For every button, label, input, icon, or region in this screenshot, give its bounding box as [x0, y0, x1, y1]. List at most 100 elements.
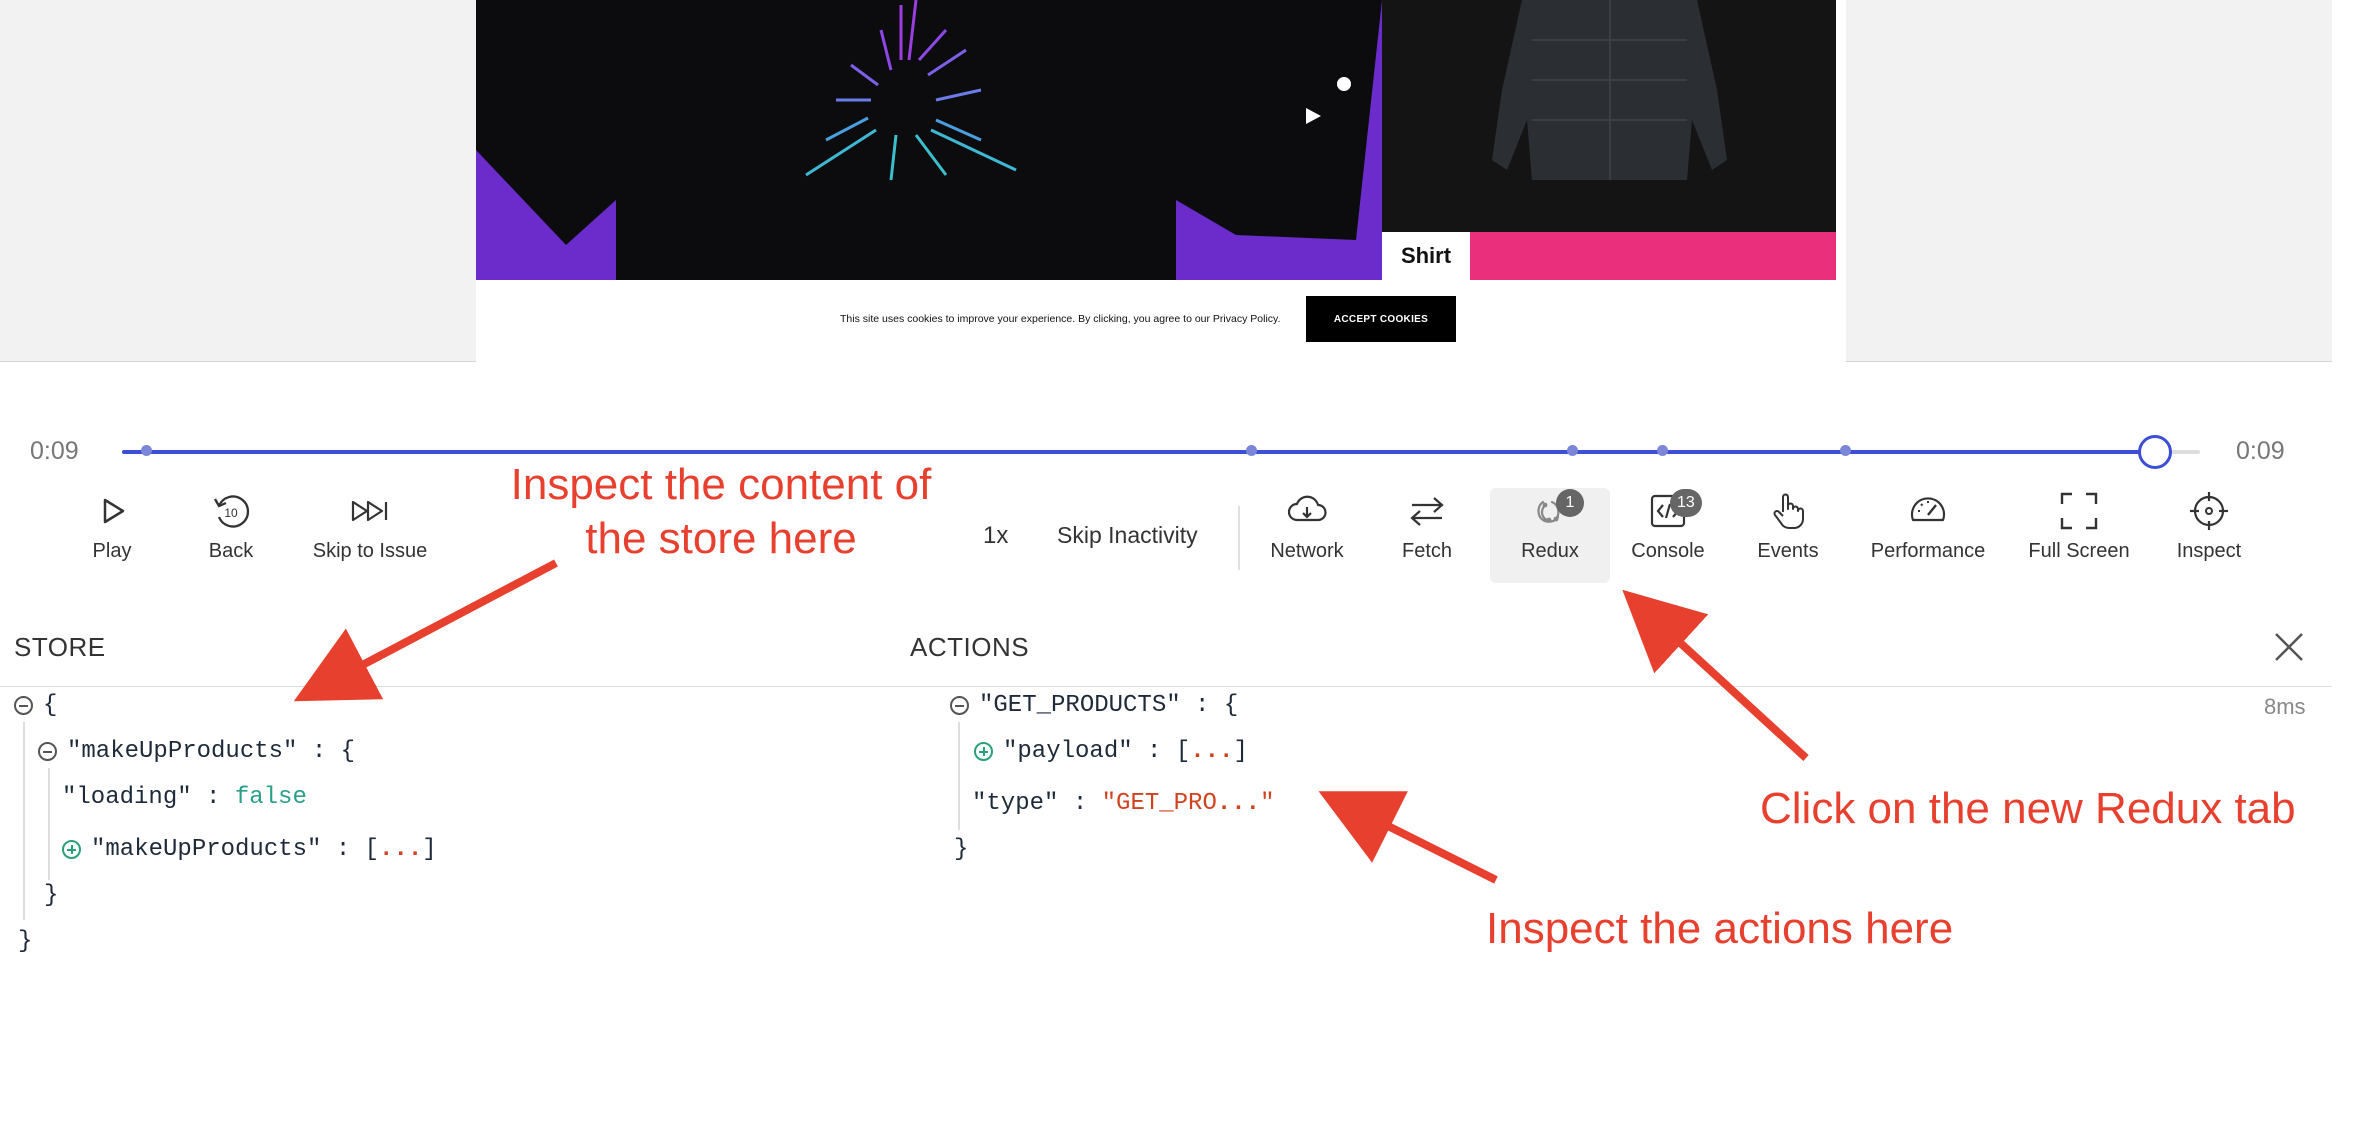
fetch-tab[interactable]: Fetch	[1392, 490, 1462, 563]
colon: :	[191, 784, 235, 811]
performance-tab[interactable]: Performance	[1868, 490, 1988, 563]
timeline-scrubber-handle[interactable]	[2138, 435, 2172, 469]
annotation-actions: Inspect the actions here	[1486, 904, 1954, 953]
play-icon	[103, 498, 125, 524]
close-bracket: ]	[1233, 738, 1248, 765]
inspect-label: Inspect	[2176, 540, 2242, 562]
tree-guide	[48, 768, 50, 880]
skip-inactivity-toggle[interactable]: Skip Inactivity	[1057, 522, 1198, 549]
loading-value: false	[234, 784, 307, 811]
full-screen-tab[interactable]: Full Screen	[2024, 490, 2134, 563]
store-key: "makeUpProducts"	[67, 738, 298, 765]
fullscreen-icon	[2060, 492, 2098, 530]
collapse-icon[interactable]	[950, 696, 969, 715]
action-row[interactable]: "GET_PRODUCTS" : {	[950, 692, 1238, 719]
panel-divider	[0, 686, 2332, 687]
colon-bracket: : [	[1132, 738, 1191, 765]
gauge-icon	[1910, 497, 1946, 522]
inspect-tab[interactable]: Inspect	[2164, 490, 2254, 563]
action-name: "GET_PRODUCTS"	[979, 692, 1181, 719]
collapsed-ellipsis[interactable]: ...	[379, 836, 422, 863]
store-key: "makeUpProducts"	[91, 836, 322, 863]
current-time: 0:09	[30, 437, 79, 465]
arrow-to-actions	[1318, 791, 1498, 884]
timeline-marker[interactable]	[1840, 445, 1851, 456]
skip-to-issue-button[interactable]: Skip to Issue	[310, 490, 430, 563]
redux-count-badge: 1	[1556, 489, 1584, 517]
store-inner-array-row: "makeUpProducts" : [ ... ]	[62, 836, 437, 863]
toolbar-divider	[1238, 506, 1240, 570]
play-label: Play	[92, 540, 132, 562]
playback-speed-button[interactable]: 1x	[983, 522, 1008, 550]
action-timing: 8ms	[2264, 694, 2306, 719]
timeline-progress	[122, 450, 2159, 454]
collapsed-ellipsis[interactable]: ...	[1190, 738, 1233, 765]
console-label: Console	[1631, 540, 1705, 562]
action-type-row: "type" : "GET_PRO ... "	[972, 790, 1274, 817]
back-label: Back	[208, 540, 254, 562]
close-icon[interactable]	[2272, 630, 2306, 664]
timeline-marker[interactable]	[1246, 445, 1257, 456]
arrows-exchange-icon	[1410, 497, 1444, 526]
action-key: "type"	[972, 790, 1059, 817]
console-count-badge: 13	[1670, 489, 1702, 517]
store-makeupproducts-row: "makeUpProducts" : {	[38, 738, 355, 765]
skip-to-issue-label: Skip to Issue	[312, 540, 428, 562]
action-close-row: }	[954, 836, 968, 863]
arrow-to-store	[293, 559, 558, 702]
total-time: 0:09	[2236, 437, 2285, 465]
timeline-marker[interactable]	[1657, 445, 1668, 456]
network-tab[interactable]: Network	[1262, 490, 1352, 563]
fetch-label: Fetch	[1401, 540, 1453, 562]
redux-label: Redux	[1521, 540, 1579, 562]
store-key: "loading"	[62, 784, 192, 811]
brace-close: }	[18, 928, 33, 955]
timeline-track[interactable]	[122, 450, 2200, 454]
brace-open: {	[43, 692, 58, 719]
type-value: "GET_PRO	[1101, 790, 1217, 817]
performance-label: Performance	[1870, 540, 1986, 562]
jacket-image	[1492, 0, 1727, 180]
store-root-row: {	[14, 692, 57, 719]
collapse-icon[interactable]	[38, 742, 57, 761]
truncated-ellipsis[interactable]: ...	[1217, 790, 1260, 817]
cloud-download-icon	[1287, 495, 1327, 522]
collapse-icon[interactable]	[14, 696, 33, 715]
store-loading-row: "loading" : false	[62, 784, 307, 811]
close-bracket: ]	[422, 836, 437, 863]
annotation-store: Inspect the content of the store here	[506, 458, 936, 566]
back-button[interactable]: 10 Back	[201, 490, 261, 563]
network-label: Network	[1270, 540, 1344, 562]
pointer-hand-icon	[1773, 493, 1804, 529]
expand-icon[interactable]	[974, 742, 993, 761]
timeline-marker[interactable]	[141, 445, 152, 456]
jacket-product-image	[1382, 0, 1836, 232]
colon-brace: : {	[1180, 692, 1239, 719]
expand-icon[interactable]	[62, 840, 81, 859]
brace-close: }	[44, 882, 59, 909]
type-value-end: "	[1260, 790, 1275, 817]
accept-cookies-button[interactable]: ACCEPT COOKIES	[1306, 296, 1456, 342]
play-button[interactable]: Play	[82, 490, 142, 563]
annotation-redux-tab: Click on the new Redux tab	[1760, 784, 2296, 833]
action-key: "payload"	[1003, 738, 1133, 765]
actions-heading: ACTIONS	[910, 632, 1030, 662]
store-root-close-row: }	[18, 928, 32, 955]
annotation-store-line2: the store here	[585, 514, 857, 563]
store-heading: STORE	[14, 632, 106, 662]
timeline-marker[interactable]	[1567, 445, 1578, 456]
events-label: Events	[1757, 540, 1819, 562]
tree-guide	[23, 722, 25, 920]
tshirt-product-image	[476, 0, 1382, 280]
annotation-store-line1: Inspect the content of	[510, 460, 932, 509]
events-tab[interactable]: Events	[1748, 490, 1828, 563]
cookie-notice-text: This site uses cookies to improve your e…	[840, 313, 1281, 325]
brace-close: }	[954, 836, 969, 863]
arrow-to-redux-tab	[1622, 589, 1809, 761]
tshirt-image	[476, 0, 1382, 280]
rewind-10-icon: 10	[214, 495, 250, 528]
full-screen-label: Full Screen	[2028, 540, 2130, 562]
colon-brace: : {	[297, 738, 356, 765]
colon: :	[1058, 790, 1102, 817]
colon-bracket: : [	[321, 836, 380, 863]
